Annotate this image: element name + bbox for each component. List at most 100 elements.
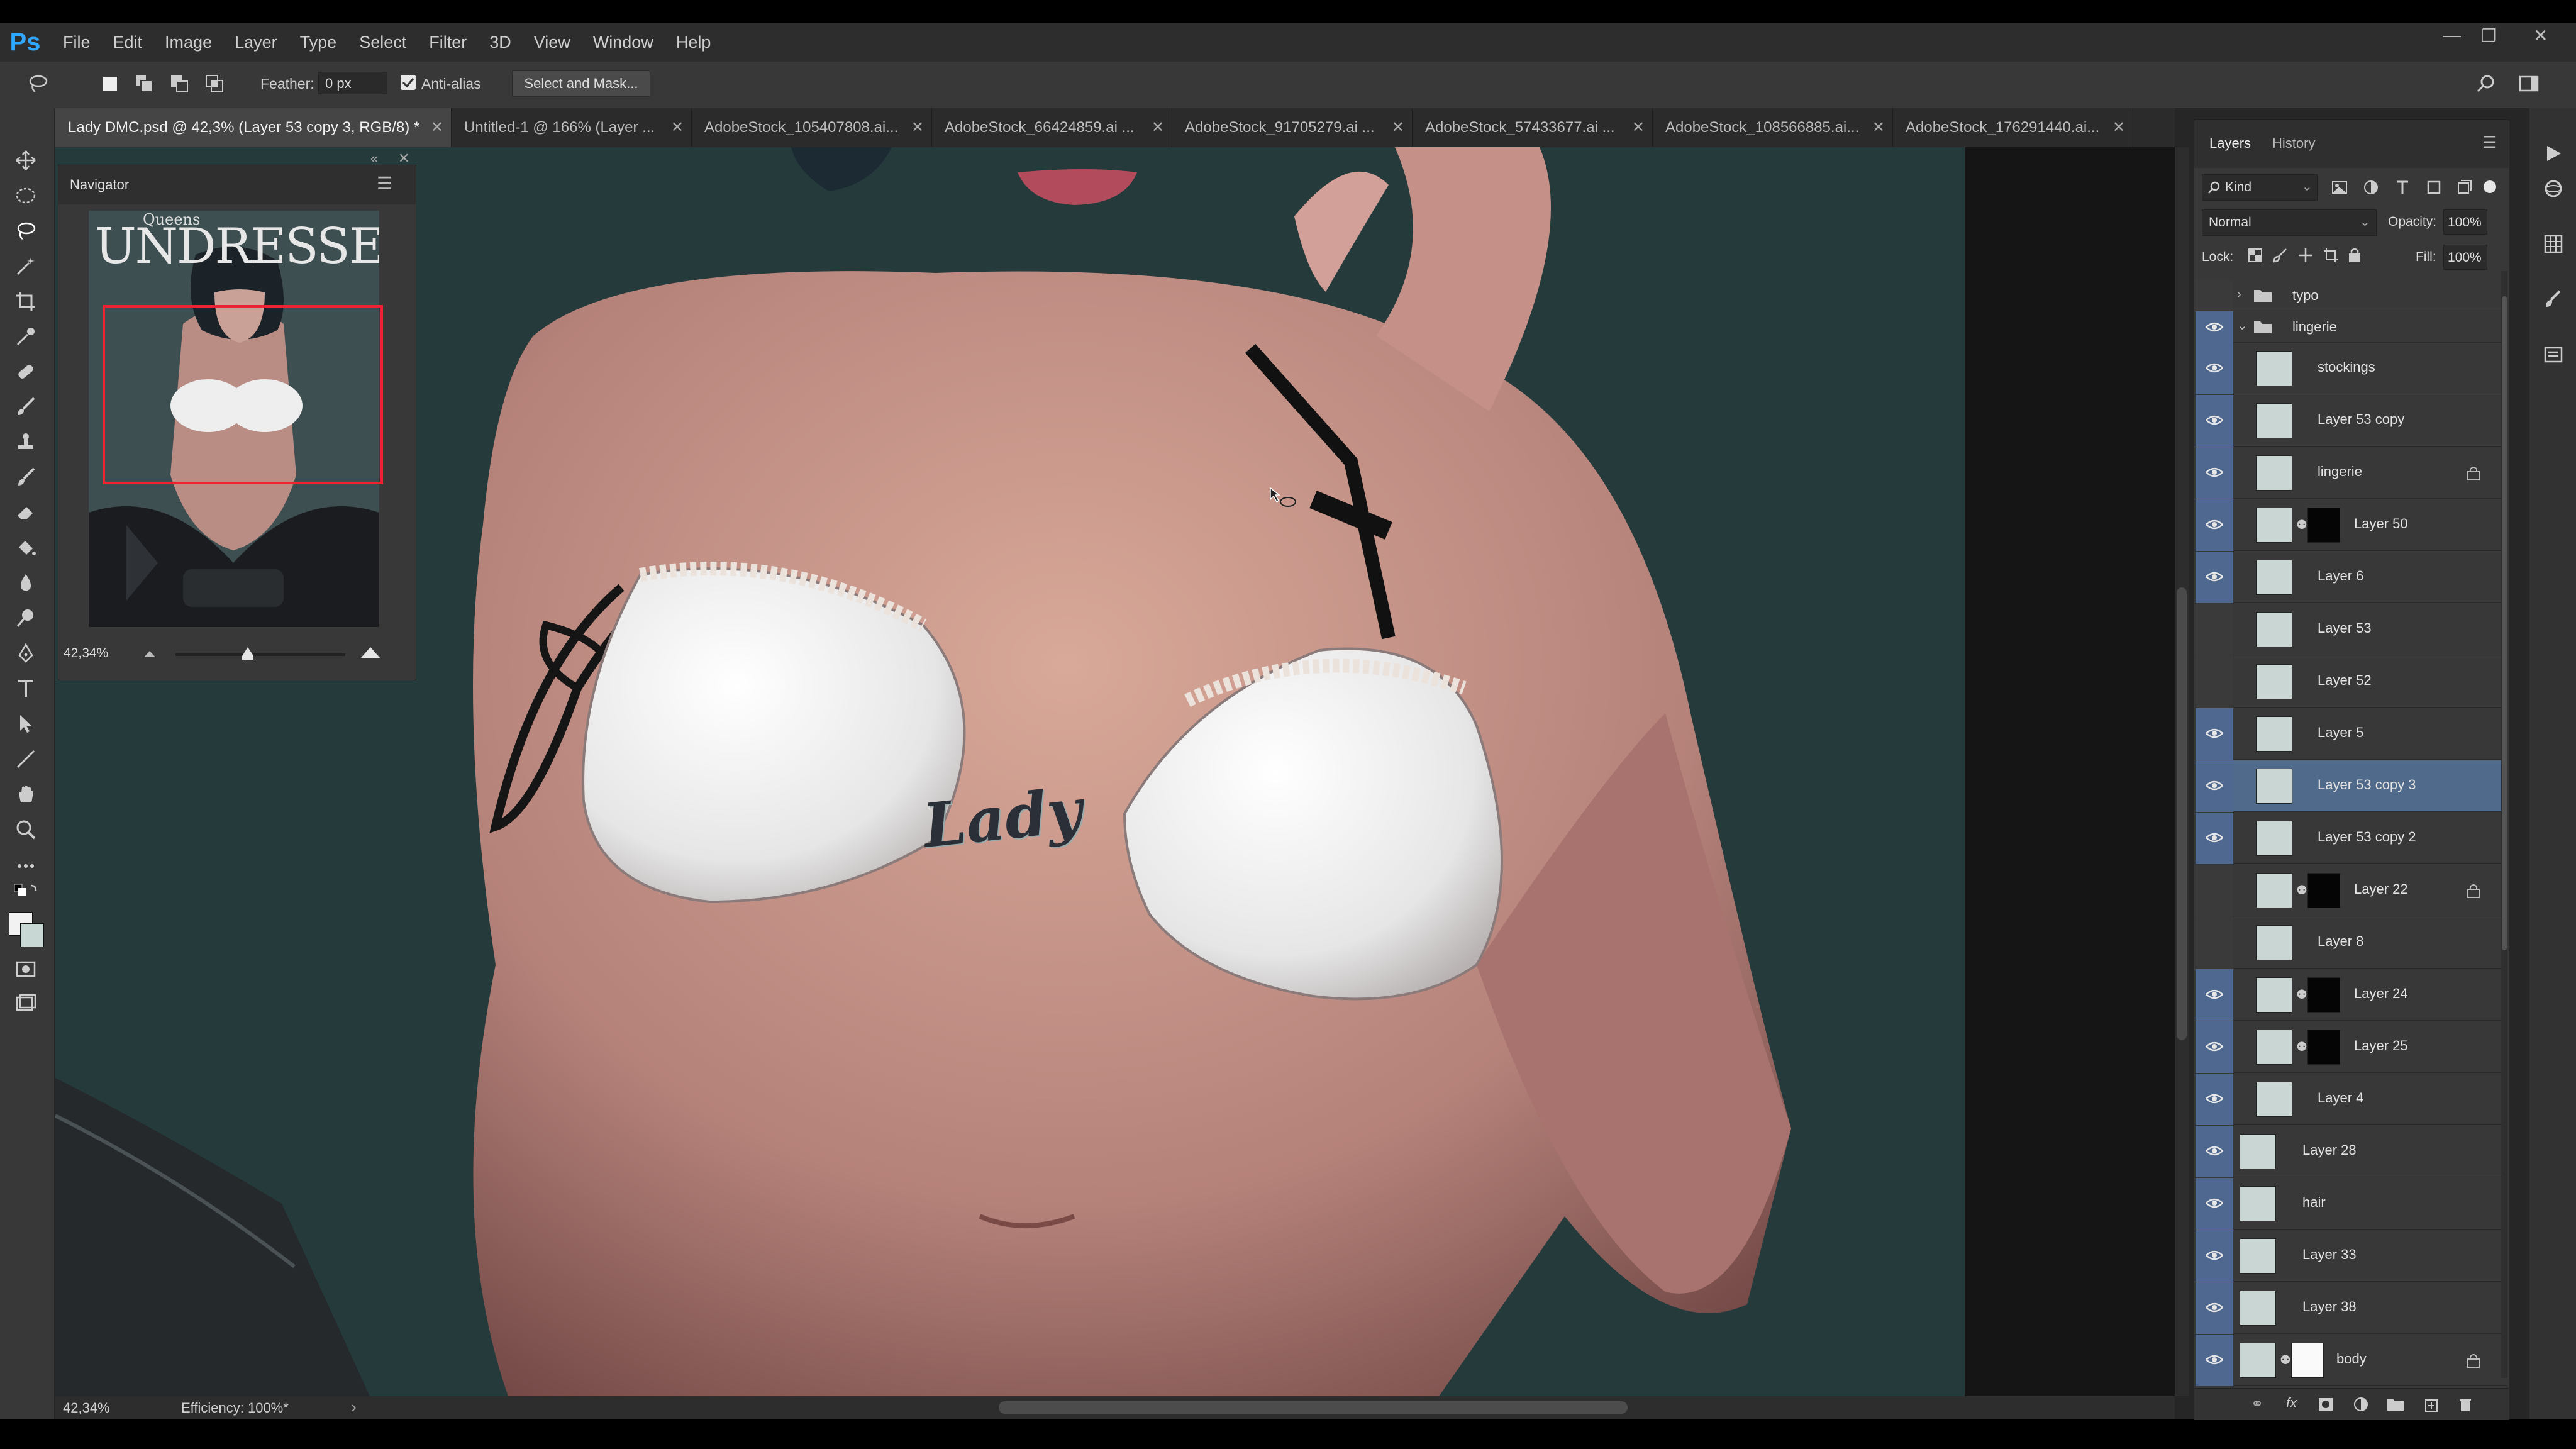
layer-row[interactable]: Layer 5 [2196,708,2507,760]
tab-layers[interactable]: Layers [2209,135,2251,152]
visibility-toggle[interactable] [2196,1074,2233,1125]
close-tab-icon[interactable]: ✕ [2112,108,2125,147]
move-icon[interactable] [11,146,40,175]
tab-adobestock-105407808[interactable]: AdobeStock_105407808.ai... ✕ [692,108,932,147]
lock-position-icon[interactable] [2297,247,2314,264]
layer-thumbnail[interactable] [2240,1134,2276,1169]
add-mask-icon[interactable] [2318,1396,2334,1413]
scroll-thumb[interactable] [2177,587,2187,1040]
tab-adobestock-91705279[interactable]: AdobeStock_91705279.ai ... ✕ [1172,108,1413,147]
menu-layer[interactable]: Layer [235,33,277,52]
screen-mode-icon[interactable] [11,989,40,1018]
blur-icon[interactable] [11,569,40,597]
tab-adobestock-108566885[interactable]: AdobeStock_108566885.ai... ✕ [1653,108,1893,147]
lock-transparent-icon[interactable] [2247,247,2263,264]
visibility-toggle[interactable] [2196,280,2233,311]
layer-thumbnail[interactable] [2256,1030,2292,1065]
close-tab-icon[interactable]: ✕ [1392,108,1404,147]
layers-scrollbar[interactable] [2501,271,2507,1378]
filter-pixel-icon[interactable] [2331,179,2348,196]
visibility-toggle[interactable] [2196,343,2233,394]
layer-row[interactable]: ⚉ Layer 22 [2196,865,2507,916]
layer-thumbnail[interactable] [2256,769,2292,804]
visibility-toggle[interactable] [2196,1021,2233,1073]
status-menu-arrow-icon[interactable]: › [351,1397,357,1417]
layer-row[interactable]: Layer 53 copy 2 [2196,813,2507,864]
lock-pixels-icon[interactable] [2272,247,2289,264]
visibility-toggle[interactable] [2196,813,2233,864]
menu-view[interactable]: View [534,33,570,52]
lock-all-icon[interactable] [2346,246,2363,264]
eraser-icon[interactable] [11,498,40,527]
layer-row[interactable]: Layer 38 [2196,1282,2507,1334]
link-layers-icon[interactable]: ⚭ [2251,1395,2263,1413]
mask-link-icon[interactable]: ⚉ [2296,987,2307,1003]
new-group-icon[interactable] [2387,1396,2404,1411]
healing-brush-icon[interactable] [11,357,40,386]
layer-mask-thumbnail[interactable] [2307,508,2340,543]
layer-row[interactable]: Layer 53 [2196,604,2507,655]
visibility-toggle[interactable] [2196,395,2233,447]
more-tools-icon[interactable] [11,852,40,880]
mask-link-icon[interactable]: ⚉ [2296,517,2307,533]
menu-type[interactable]: Type [300,33,337,52]
layer-thumbnail[interactable] [2256,560,2292,595]
layer-row[interactable]: hair [2196,1178,2507,1230]
type-icon[interactable] [11,674,40,703]
layer-row[interactable]: Layer 28 [2196,1126,2507,1177]
layer-thumbnail[interactable] [2256,351,2292,386]
layer-row[interactable]: Layer 6 [2196,552,2507,603]
visibility-toggle[interactable] [2196,447,2233,499]
menu-window[interactable]: Window [593,33,653,52]
quick-mask-icon[interactable] [11,955,40,984]
magic-wand-icon[interactable] [11,252,40,280]
zoom-in-icon[interactable] [359,645,382,660]
intersect-selection-icon[interactable] [204,73,225,94]
crop-icon[interactable] [11,287,40,316]
select-and-mask-button[interactable]: Select and Mask... [512,70,650,97]
layer-thumbnail[interactable] [2256,664,2292,699]
lasso-icon[interactable] [11,216,40,245]
layer-row[interactable]: Layer 53 copy [2196,395,2507,447]
pen-icon[interactable] [11,639,40,668]
default-colors-icon[interactable] [11,879,40,908]
menu-select[interactable]: Select [359,33,406,52]
grid-panel-icon[interactable] [2543,234,2563,254]
eyedropper-icon[interactable] [11,322,40,351]
fill-input[interactable]: 100% [2443,245,2487,270]
close-panel-icon[interactable]: ✕ [398,150,409,167]
zoom-slider-handle[interactable] [241,646,255,661]
layers-scroll-thumb[interactable] [2502,296,2507,950]
layer-thumbnail[interactable] [2256,455,2292,491]
paint-bucket-icon[interactable] [11,533,40,562]
chevron-right-icon[interactable]: › [2237,287,2241,302]
close-tab-icon[interactable]: ✕ [1152,108,1164,147]
visibility-toggle[interactable] [2196,1178,2233,1230]
visibility-toggle[interactable] [2196,1282,2233,1334]
status-zoom[interactable]: 42,34% [63,1400,110,1416]
layer-row[interactable]: Layer 52 [2196,656,2507,708]
chevron-down-icon[interactable]: ⌄ [2237,318,2248,333]
layer-thumbnail[interactable] [2256,1082,2292,1117]
menu-file[interactable]: File [63,33,91,52]
brush-icon[interactable] [11,392,40,421]
layer-thumbnail[interactable] [2256,977,2292,1013]
hand-icon[interactable] [11,780,40,809]
tab-adobestock-57433677[interactable]: AdobeStock_57433677.ai ... ✕ [1413,108,1653,147]
layer-row[interactable]: Layer 4 [2196,1074,2507,1125]
background-color-swatch[interactable] [20,923,44,947]
menu-3d[interactable]: 3D [489,33,511,52]
layer-thumbnail[interactable] [2256,925,2292,960]
subtract-selection-icon[interactable] [169,73,190,94]
menu-filter[interactable]: Filter [429,33,467,52]
visibility-toggle[interactable] [2196,708,2233,760]
layer-mask-thumbnail[interactable] [2307,977,2340,1013]
new-selection-icon[interactable] [99,73,121,94]
layer-row[interactable]: ⚉ Layer 24 [2196,969,2507,1021]
filter-shape-icon[interactable] [2426,179,2442,196]
navigator-title[interactable]: Navigator [70,177,129,193]
search-icon[interactable] [2475,73,2497,94]
close-tab-icon[interactable]: ✕ [1872,108,1885,147]
horizontal-scroll-thumb[interactable] [999,1401,1628,1414]
filter-type-icon[interactable] [2394,179,2411,196]
